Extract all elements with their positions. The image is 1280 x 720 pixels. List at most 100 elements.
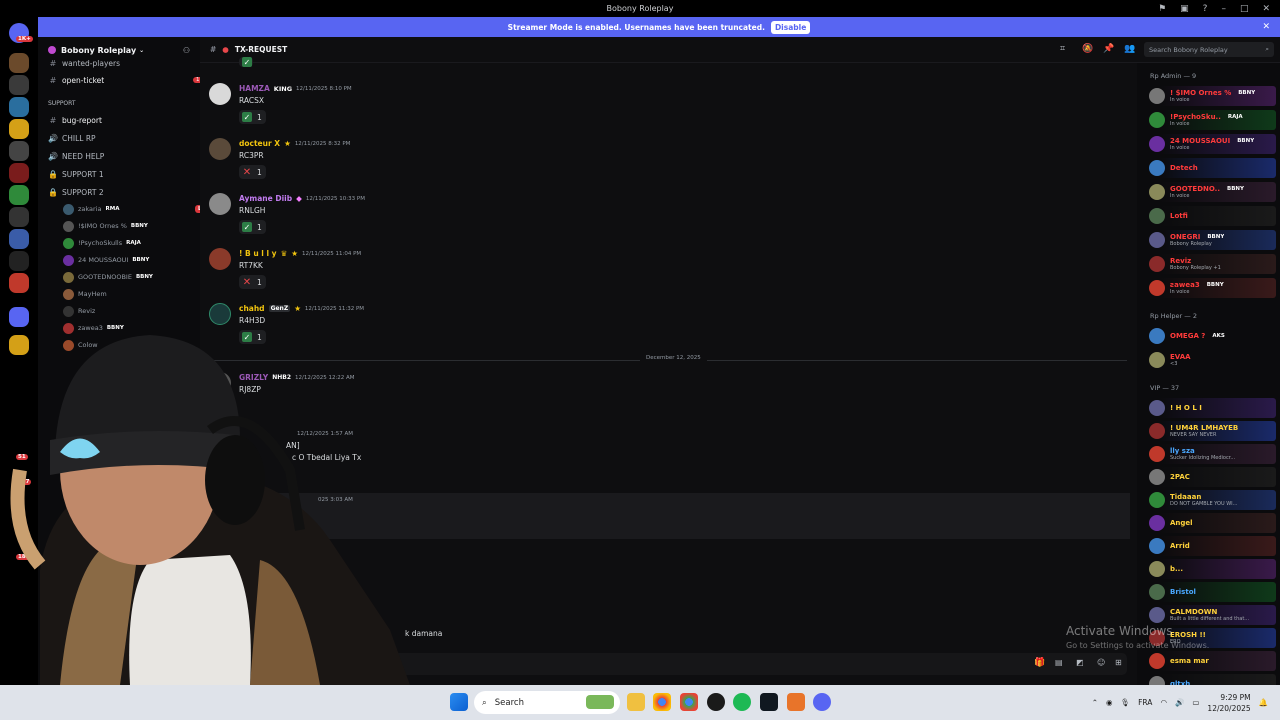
channel-item[interactable]: # bug-report <box>48 113 102 127</box>
clock[interactable]: 9:29 PM 12/20/2025 <box>1207 692 1250 714</box>
pinned-icon[interactable]: 📌 <box>1103 44 1114 54</box>
language-indicator[interactable]: FRA <box>1138 698 1152 707</box>
notification-icon[interactable]: 🔔 <box>1259 698 1268 707</box>
member-item[interactable]: CALMDOWN Built a little different and tha… <box>1147 605 1276 625</box>
maximize-icon[interactable]: □ <box>1240 4 1249 14</box>
reaction[interactable]: ✓ <box>239 57 253 67</box>
discord-icon[interactable] <box>813 693 831 711</box>
channel-item[interactable]: 🔊 CHILL RP <box>48 131 96 145</box>
member-item[interactable]: ONEGRI BBNY Bobony Roleplay <box>1147 230 1276 250</box>
member-item[interactable]: Angel <box>1147 513 1276 533</box>
server-icon[interactable] <box>9 141 29 161</box>
voice-user[interactable]: zakariaRMALIVE <box>63 202 215 216</box>
app-icon[interactable] <box>787 693 805 711</box>
member-item[interactable]: Arrid <box>1147 536 1276 556</box>
member-list-icon[interactable]: 👥 <box>1124 44 1135 54</box>
member-item[interactable]: Detech <box>1147 158 1276 178</box>
channel-item[interactable]: # open-ticket 1 <box>48 73 203 87</box>
author-name[interactable]: HAMZA <box>239 84 270 93</box>
member-item[interactable]: 24 MOUSSAOUI BBNY In voice <box>1147 134 1276 154</box>
author-name[interactable]: Aymane Diib <box>239 194 292 203</box>
reaction[interactable]: ✕ 1 <box>239 275 266 289</box>
search-input[interactable]: Search Bobony Roleplay ⌕ <box>1144 42 1274 57</box>
volume-icon[interactable]: 🔊 <box>1175 698 1184 707</box>
channel-item[interactable]: 🔒 SUPPORT 2 <box>48 185 104 199</box>
author-name[interactable]: docteur X <box>239 139 280 148</box>
chrome-icon[interactable] <box>653 693 671 711</box>
disable-button[interactable]: Disable <box>770 20 811 34</box>
wifi-icon[interactable]: ◠ <box>1160 698 1167 707</box>
chevron-up-icon[interactable]: ⌃ <box>1092 698 1098 707</box>
mute-icon[interactable]: 🔕 <box>1082 44 1093 54</box>
chrome-profile-icon[interactable] <box>680 693 698 711</box>
server-icon[interactable] <box>9 273 29 293</box>
member-item[interactable]: ! $IMO Ornes % BBNY In voice <box>1147 86 1276 106</box>
member-item[interactable]: Reviz Bobony Roleplay +1 <box>1147 254 1276 274</box>
avatar[interactable] <box>209 83 231 105</box>
member-item[interactable]: ! H O L I <box>1147 398 1276 418</box>
member-item[interactable]: esma mar <box>1147 651 1276 671</box>
member-item[interactable]: OMEGA ? AKS <box>1147 326 1276 346</box>
apps-icon[interactable]: ⊞ <box>1115 658 1122 667</box>
voice-user[interactable]: !$IMO Ornes % BBNY <box>63 219 148 233</box>
close-banner-icon[interactable]: ✕ <box>1262 22 1270 32</box>
voice-user[interactable]: !PsychoSkulls RAJA <box>63 236 141 250</box>
gif-icon[interactable]: ▤ <box>1055 658 1063 667</box>
member-item[interactable]: ! UM4R LMHAYEB NEVER SAY NEVER <box>1147 421 1276 441</box>
reaction[interactable]: ✓ 1 <box>239 110 266 124</box>
member-item[interactable]: 2PAC <box>1147 467 1276 487</box>
avatar[interactable] <box>209 248 231 270</box>
close-window-icon[interactable]: ✕ <box>1262 4 1270 14</box>
screen-icon[interactable]: ▣ <box>1180 4 1189 14</box>
channel-item[interactable]: 🔊 NEED HELP <box>48 149 104 163</box>
member-item[interactable]: b... <box>1147 559 1276 579</box>
member-item[interactable]: !PsychoSku.. RAJA In voice <box>1147 110 1276 130</box>
server-icon[interactable] <box>9 185 29 205</box>
voice-user[interactable]: GOOTEDNOOBIE BBNY <box>63 270 153 284</box>
add-member-icon[interactable]: ⚇ <box>183 46 190 55</box>
network-icon[interactable]: ◉ <box>1106 698 1113 707</box>
battery-icon[interactable]: ▭ <box>1192 698 1199 707</box>
server-icon[interactable] <box>9 163 29 183</box>
category-label[interactable]: SUPPORT <box>48 96 76 110</box>
gift-icon[interactable]: 🎁 <box>1034 658 1045 668</box>
mic-icon[interactable]: 🎙 <box>1121 698 1131 707</box>
avatar[interactable] <box>209 193 231 215</box>
member-item[interactable]: GOOTEDNO.. BBNY In voice <box>1147 182 1276 202</box>
help-icon[interactable]: ? <box>1203 4 1208 14</box>
spotify-icon[interactable] <box>733 693 751 711</box>
file-explorer-icon[interactable] <box>627 693 645 711</box>
server-icon[interactable] <box>9 307 29 327</box>
server-icon[interactable] <box>9 53 29 73</box>
threads-icon[interactable]: ⌗ <box>1060 44 1065 54</box>
member-item[interactable]: Lotfi <box>1147 206 1276 226</box>
member-item[interactable]: EVAA <3 <box>1147 350 1276 370</box>
server-icon[interactable] <box>9 75 29 95</box>
server-icon[interactable] <box>9 97 29 117</box>
terminal-icon[interactable] <box>760 693 778 711</box>
server-icon[interactable] <box>9 207 29 227</box>
author-name[interactable]: chahd <box>239 304 265 313</box>
taskbar-search[interactable]: ⌕ Search <box>474 691 620 714</box>
server-icon[interactable] <box>9 229 29 249</box>
emoji-icon[interactable]: ☺ <box>1097 658 1105 667</box>
author-name[interactable]: ! B u l l y <box>239 249 277 258</box>
member-item[interactable]: Tidaaan DO NOT GAMBLE YOU WI... <box>1147 490 1276 510</box>
voice-user[interactable]: Reviz <box>63 304 95 318</box>
server-icon[interactable] <box>9 119 29 139</box>
avatar[interactable] <box>209 303 231 325</box>
steam-icon[interactable] <box>707 693 725 711</box>
channel-item[interactable]: # wanted-players <box>48 56 120 70</box>
sticker-icon[interactable]: ◩ <box>1076 658 1084 667</box>
member-item[interactable]: lly sza Sucker Idolizing Mediocr... <box>1147 444 1276 464</box>
member-item[interactable]: Bristol <box>1147 582 1276 602</box>
channel-item[interactable]: 🔒 SUPPORT 1 <box>48 167 104 181</box>
member-item[interactable]: ƨawea3 BBNY In voice <box>1147 278 1276 298</box>
voice-user[interactable]: MayHem <box>63 287 107 301</box>
reaction[interactable]: ✕ 1 <box>239 165 266 179</box>
inbox-icon[interactable]: ⚑ <box>1158 4 1166 14</box>
start-icon[interactable] <box>450 693 468 711</box>
avatar[interactable] <box>209 138 231 160</box>
voice-user[interactable]: 24 MOUSSAOUI BBNY <box>63 253 149 267</box>
reaction[interactable]: ✓ 1 <box>239 220 266 234</box>
